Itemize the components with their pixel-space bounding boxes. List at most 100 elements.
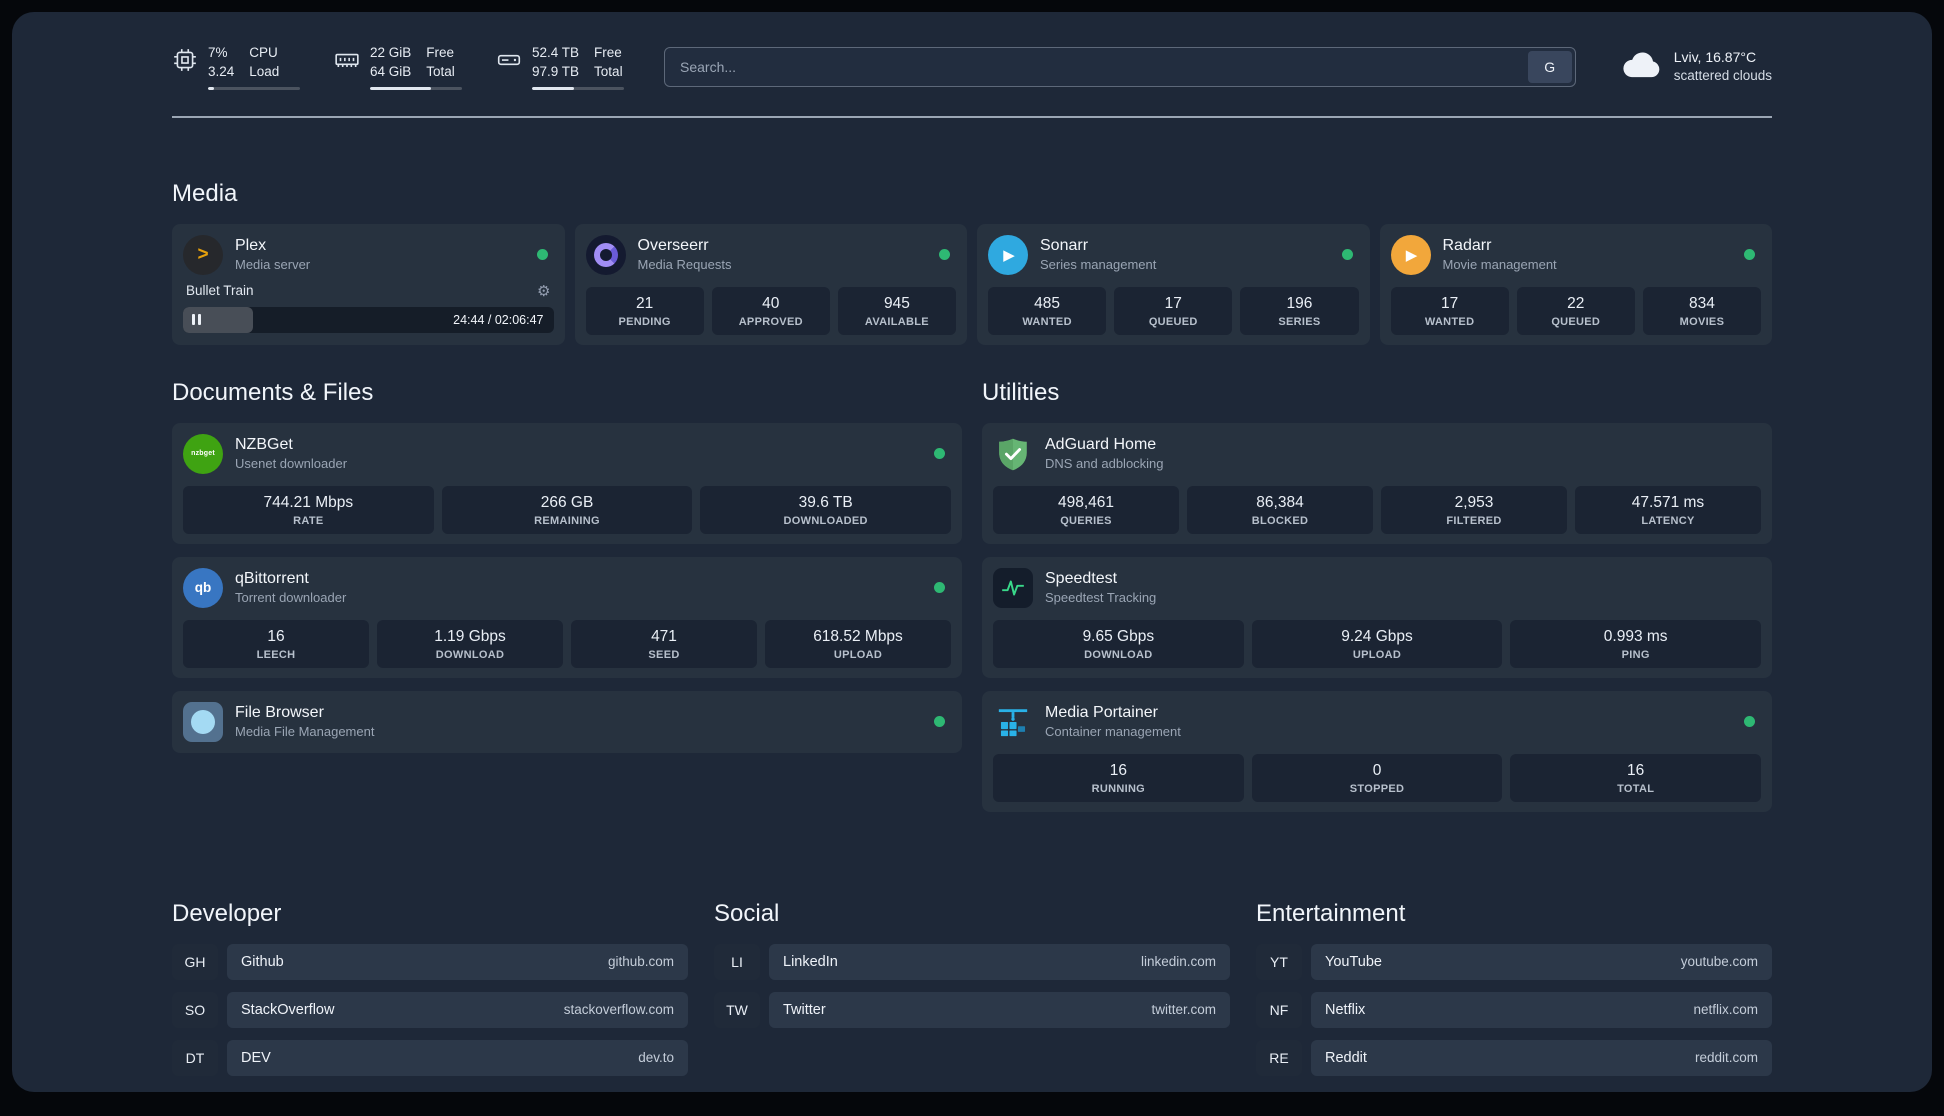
section-title-documents: Documents & Files	[172, 378, 374, 406]
memory-total-value: 64 GiB	[370, 63, 412, 79]
status-dot	[1341, 249, 1353, 261]
bookmark-name: Github	[241, 953, 284, 970]
bookmark-url: github.com	[607, 954, 674, 970]
service-card-filebrowser[interactable]: File Browser Media File Management	[172, 690, 962, 753]
stat-box: 618.52 Mbps UPLOAD	[765, 619, 951, 668]
service-name: File Browser	[235, 704, 324, 722]
stat-box: 834 MOVIES	[1642, 286, 1762, 335]
bookmark-url: linkedin.com	[1140, 954, 1216, 970]
service-card-qbittorrent[interactable]: qb qBittorrent Torrent downloader 16 LEE…	[172, 556, 962, 678]
service-description: Usenet downloader	[235, 456, 348, 472]
bookmark-name: Netflix	[1325, 1001, 1366, 1018]
bookmark-stackoverflow[interactable]: SO StackOverflow stackoverflow.com	[172, 991, 688, 1028]
bookmark-twitter[interactable]: TW Twitter twitter.com	[714, 991, 1230, 1028]
bookmark-dev[interactable]: DT DEV dev.to	[172, 1039, 688, 1076]
service-card-plex[interactable]: > Plex Media server Bullet Train ⚙ 24:44…	[172, 223, 565, 345]
weather-condition: scattered clouds	[1673, 68, 1772, 84]
qbittorrent-icon: qb	[183, 567, 223, 608]
cpu-load-value: 3.24	[208, 63, 235, 79]
radarr-icon: ▶	[1390, 234, 1431, 275]
stat-box: 39.6 TB DOWNLOADED	[700, 485, 952, 534]
service-card-sonarr[interactable]: ▶ Sonarr Series management 485 WANTED 17…	[977, 223, 1370, 345]
memory-widget: 22 GiB 64 GiB Free Total	[334, 44, 462, 90]
section-title-utilities: Utilities	[982, 378, 1060, 406]
stat-box: 485 WANTED	[988, 286, 1107, 335]
service-name: qBittorrent	[235, 570, 309, 588]
status-dot	[934, 716, 945, 728]
stat-box: 2,953 FILTERED	[1381, 485, 1567, 534]
stat-box: 16 RUNNING	[993, 753, 1244, 802]
portainer-icon	[993, 702, 1033, 742]
speedtest-icon	[993, 567, 1033, 608]
service-name: AdGuard Home	[1045, 436, 1157, 454]
stat-box: 196 SERIES	[1240, 286, 1359, 335]
bookmark-youtube[interactable]: YT YouTube youtube.com	[1256, 943, 1772, 980]
section-title-social: Social	[714, 899, 780, 927]
service-description: DNS and adblocking	[1045, 456, 1164, 472]
bookmark-linkedin[interactable]: LI LinkedIn linkedin.com	[714, 943, 1230, 980]
service-card-radarr[interactable]: ▶ Radarr Movie management 17 WANTED 22 Q…	[1379, 223, 1772, 345]
disk-total-label: Total	[594, 63, 623, 79]
weather-widget: Lviv, 16.87°C scattered clouds	[1620, 48, 1772, 86]
stat-box: 47.571 ms LATENCY	[1575, 485, 1761, 534]
stat-box: 471 SEED	[571, 619, 757, 668]
cpu-label: CPU	[249, 45, 278, 60]
bookmarks-entertainment: Entertainment YT YouTube youtube.com NF …	[1256, 900, 1772, 1088]
filebrowser-icon	[183, 701, 223, 742]
bookmark-name: DEV	[241, 1049, 271, 1066]
bookmark-reddit[interactable]: RE Reddit reddit.com	[1256, 1039, 1772, 1076]
player-settings-icon[interactable]: ⚙	[537, 282, 550, 300]
disk-free-value: 52.4 TB	[532, 45, 580, 60]
cpu-percent: 7%	[208, 45, 228, 60]
service-description: Speedtest Tracking	[1045, 590, 1157, 606]
dashboard: 7% 3.24 CPU Load 22 GiB 64 GiB Free Tota…	[12, 12, 1932, 1092]
pause-button[interactable]	[192, 314, 201, 326]
service-description: Container management	[1045, 724, 1181, 740]
stat-box: 0 STOPPED	[1251, 753, 1503, 802]
weather-location: Lviv, 16.87°C	[1673, 48, 1757, 65]
bookmark-abbr: SO	[172, 991, 218, 1028]
stat-box: 17 WANTED	[1390, 286, 1509, 335]
stat-box: 945 AVAILABLE	[837, 286, 957, 335]
service-description: Series management	[1040, 257, 1157, 273]
player-progress-bar[interactable]: 24:44 / 02:06:47	[183, 306, 554, 333]
adguard-icon	[993, 434, 1033, 474]
stat-box: 22 QUEUED	[1516, 286, 1635, 335]
bookmark-url: reddit.com	[1694, 1050, 1758, 1066]
stat-box: 16 LEECH	[183, 619, 369, 668]
bookmark-url: stackoverflow.com	[563, 1002, 674, 1018]
resources-widget: 7% 3.24 CPU Load 22 GiB 64 GiB Free Tota…	[172, 44, 624, 90]
stat-box: 9.24 Gbps UPLOAD	[1251, 619, 1503, 668]
disk-total-value: 97.9 TB	[532, 63, 580, 79]
service-card-adguard[interactable]: AdGuard Home DNS and adblocking 498,461 …	[982, 422, 1772, 544]
search-provider-button[interactable]: G	[1527, 50, 1572, 83]
service-card-nzbget[interactable]: nzbget NZBGet Usenet downloader 744.21 M…	[172, 422, 962, 544]
bookmark-netflix[interactable]: NF Netflix netflix.com	[1256, 991, 1772, 1028]
bookmark-github[interactable]: GH Github github.com	[172, 943, 688, 980]
track-title: Bullet Train	[186, 283, 254, 299]
search-bar: G	[664, 46, 1576, 87]
cpu-load-label: Load	[249, 63, 280, 79]
service-name: Radarr	[1442, 237, 1492, 255]
sonarr-icon: ▶	[988, 234, 1028, 275]
service-card-overseerr[interactable]: Overseerr Media Requests 21 PENDING 40 A…	[574, 223, 967, 345]
service-description: Media Requests	[637, 257, 732, 273]
stat-box: 9.65 Gbps DOWNLOAD	[993, 619, 1244, 668]
status-dot	[1744, 249, 1755, 261]
section-utilities: Utilities AdGuard Home DNS and adblockin…	[982, 379, 1772, 812]
bookmarks-developer: Developer GH Github github.com SO StackO…	[172, 900, 688, 1088]
stat-box: 498,461 QUERIES	[993, 485, 1179, 534]
service-card-speedtest[interactable]: Speedtest Speedtest Tracking 9.65 Gbps D…	[982, 556, 1772, 678]
service-card-portainer[interactable]: Media Portainer Container management 16 …	[982, 690, 1772, 812]
memory-free-value: 22 GiB	[370, 45, 412, 60]
disk-usage-bar	[532, 86, 624, 90]
stat-box: 86,384 BLOCKED	[1187, 485, 1373, 534]
topbar-divider	[172, 115, 1772, 118]
bookmark-abbr: TW	[714, 991, 760, 1028]
nzbget-icon: nzbget	[183, 433, 223, 474]
disk-widget: 52.4 TB 97.9 TB Free Total	[496, 44, 624, 90]
status-dot	[934, 582, 945, 594]
search-input[interactable]	[668, 58, 1528, 75]
service-description: Movie management	[1442, 257, 1557, 273]
player-time: 24:44 / 02:06:47	[453, 312, 544, 327]
